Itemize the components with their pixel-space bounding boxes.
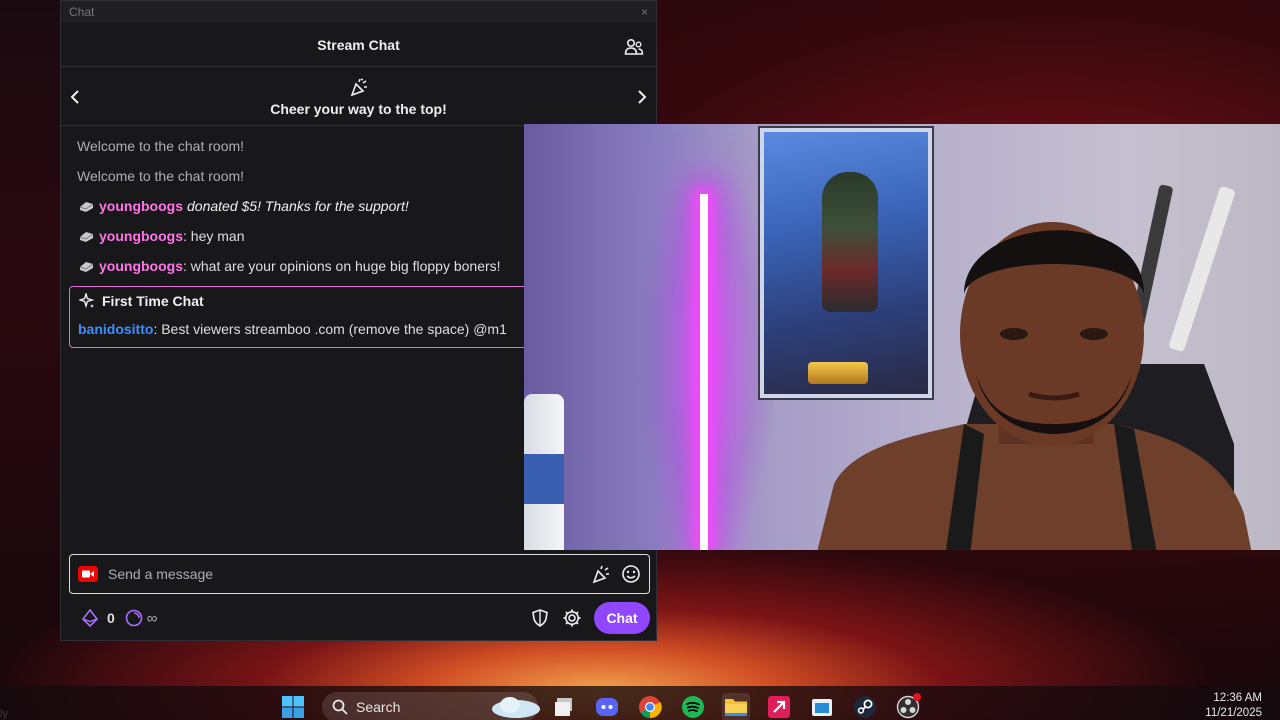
chat-username[interactable]: banidositto	[78, 321, 153, 337]
app-icon	[768, 696, 790, 718]
bits-count: 0	[107, 610, 115, 626]
chat-message-text: what are your opinions on huge big flopp…	[186, 258, 501, 274]
send-message-input[interactable]	[108, 566, 581, 582]
first-time-chat-header: First Time Chat	[70, 287, 538, 315]
chat-message-text: Best viewers streamboo .com (remove the …	[157, 321, 507, 337]
sparkle-icon	[79, 293, 95, 309]
cheer-badge-icon	[79, 262, 94, 272]
channel-points-value: ∞	[146, 609, 158, 627]
taskbar-icons: Search	[279, 692, 937, 720]
party-popper-icon	[350, 78, 367, 96]
steam-icon	[854, 696, 876, 718]
window-titlebar[interactable]: Chat ×	[61, 1, 656, 23]
cheer-badge-icon	[79, 202, 94, 212]
task-view-icon	[555, 698, 572, 716]
bits-cheer-icon[interactable]	[591, 564, 611, 584]
chat-header-title: Stream Chat	[317, 36, 400, 53]
video-camera-icon[interactable]	[78, 564, 98, 584]
channel-points-icon[interactable]	[125, 609, 143, 627]
clock-time: 12:36 AM	[1213, 692, 1262, 704]
taskbar-search-box[interactable]: Search	[322, 692, 540, 720]
cheer-badge-icon	[79, 232, 94, 242]
store-taskbar-button[interactable]	[808, 693, 836, 720]
donation-message-text: donated $5! Thanks for the support!	[187, 198, 409, 214]
system-message-text: Welcome to the chat room!	[77, 138, 245, 154]
window-close-button[interactable]: ×	[641, 5, 648, 19]
widgets-weather-icon	[492, 697, 540, 718]
chat-username[interactable]: youngboogs	[99, 198, 183, 214]
discord-taskbar-button[interactable]	[593, 693, 621, 720]
chat-message-text: hey man	[186, 228, 245, 244]
first-time-chat-card: First Time Chat banidositto: Best viewer…	[69, 286, 539, 348]
chrome-icon	[639, 696, 662, 719]
community-users-icon[interactable]	[624, 37, 644, 57]
task-view-button[interactable]	[550, 693, 578, 720]
chat-header: Stream Chat	[61, 23, 656, 67]
windows-start-button[interactable]	[279, 693, 307, 720]
bits-diamond-icon[interactable]	[81, 609, 99, 627]
chat-input-box	[69, 554, 650, 594]
search-icon	[332, 699, 348, 715]
taskbar-search-label: Search	[356, 699, 401, 715]
chevron-left-icon[interactable]	[67, 88, 85, 106]
system-clock[interactable]: 12:36 AM 11/21/2025	[1205, 691, 1262, 720]
chat-username[interactable]: youngboogs	[99, 258, 183, 274]
chrome-taskbar-button[interactable]	[636, 693, 664, 720]
cheer-banner[interactable]: Cheer your way to the top!	[61, 68, 656, 126]
chat-message: banidositto: Best viewers streamboo .com…	[70, 315, 538, 343]
chat-footer: 0 ∞ Chat	[69, 602, 650, 634]
app-taskbar-button[interactable]	[765, 693, 793, 720]
water-bottle	[524, 394, 564, 550]
discord-icon	[596, 698, 618, 716]
clock-date: 11/21/2025	[1205, 707, 1262, 719]
emote-picker-icon[interactable]	[621, 564, 641, 584]
cheer-banner-text: Cheer your way to the top!	[270, 100, 447, 117]
neon-light-tube	[700, 194, 708, 550]
spotify-icon	[682, 696, 704, 718]
chat-send-button[interactable]: Chat	[594, 602, 650, 634]
webcam-feed	[524, 124, 1280, 550]
shield-icon[interactable]	[530, 608, 550, 628]
store-icon	[812, 699, 832, 716]
file-explorer-taskbar-button[interactable]	[722, 693, 750, 720]
chevron-right-icon[interactable]	[632, 88, 650, 106]
spotify-taskbar-button[interactable]	[679, 693, 707, 720]
first-time-chat-title: First Time Chat	[102, 293, 204, 309]
chat-username[interactable]: youngboogs	[99, 228, 183, 244]
gear-icon[interactable]	[562, 608, 582, 628]
neon-light-glow	[644, 164, 774, 550]
file-explorer-icon	[725, 699, 747, 716]
obs-taskbar-button[interactable]	[894, 693, 922, 720]
steam-taskbar-button[interactable]	[851, 693, 879, 720]
window-title: Chat	[69, 5, 95, 19]
streamer-person	[817, 184, 1252, 550]
system-message-text: Welcome to the chat room!	[77, 168, 245, 184]
windows-start-icon	[282, 696, 304, 718]
notification-dot	[913, 693, 921, 701]
